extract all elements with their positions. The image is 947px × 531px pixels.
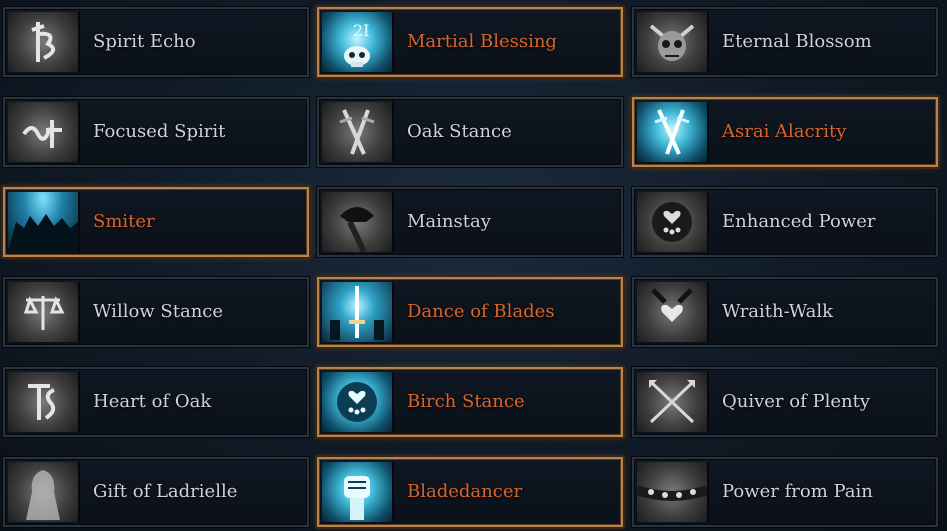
- talent-enhanced-power[interactable]: Enhanced Power: [632, 187, 938, 257]
- talent-birch-stance[interactable]: Birch Stance: [317, 367, 623, 437]
- hooded-figure-icon: [8, 462, 80, 522]
- talent-label: Heart of Oak: [93, 391, 212, 412]
- talent-spirit-echo[interactable]: Spirit Echo: [3, 7, 309, 77]
- talent-dance-of-blades[interactable]: Dance of Blades: [317, 277, 623, 347]
- talent-label: Birch Stance: [407, 391, 525, 412]
- talent-label: Martial Blessing: [407, 31, 557, 52]
- talent-label: Oak Stance: [407, 121, 512, 142]
- talent-label: Bladedancer: [407, 481, 523, 502]
- svg-text:2I: 2I: [353, 21, 370, 40]
- talent-willow-stance[interactable]: Willow Stance: [3, 277, 309, 347]
- crossed-blades-icon: [322, 102, 394, 162]
- talent-mainstay[interactable]: Mainstay: [317, 187, 623, 257]
- talent-label: Enhanced Power: [722, 211, 876, 232]
- rune-ts-icon: [8, 372, 80, 432]
- talent-quiver-of-plenty[interactable]: Quiver of Plenty: [632, 367, 938, 437]
- talent-label: Willow Stance: [93, 301, 224, 322]
- talent-label: Wraith-Walk: [722, 301, 834, 322]
- talent-power-from-pain[interactable]: Power from Pain: [632, 457, 938, 527]
- talent-label: Asrai Alacrity: [722, 121, 847, 142]
- talent-label: Mainstay: [407, 211, 491, 232]
- horned-skull-icon: [637, 12, 709, 72]
- wraith-heart-icon: [637, 282, 709, 342]
- talent-label: Focused Spirit: [93, 121, 226, 142]
- talent-smiter[interactable]: Smiter: [3, 187, 309, 257]
- talent-grid: Spirit Echo 2I Martial Blessing Eternal …: [0, 0, 947, 531]
- talent-label: Eternal Blossom: [722, 31, 872, 52]
- talent-eternal-blossom[interactable]: Eternal Blossom: [632, 7, 938, 77]
- talent-bladedancer[interactable]: Bladedancer: [317, 457, 623, 527]
- talent-label: Quiver of Plenty: [722, 391, 870, 412]
- talent-label: Dance of Blades: [407, 301, 555, 322]
- skull-rune-icon: 2I: [322, 12, 394, 72]
- rune-b-icon: [8, 12, 80, 72]
- heart-drops-icon: [637, 192, 709, 252]
- talent-heart-of-oak[interactable]: Heart of Oak: [3, 367, 309, 437]
- glowing-sword-icon: [322, 282, 394, 342]
- crossed-arrows-icon: [637, 372, 709, 432]
- talent-oak-stance[interactable]: Oak Stance: [317, 97, 623, 167]
- heart-drops-icon: [322, 372, 394, 432]
- talent-label: Smiter: [93, 211, 155, 232]
- talent-gift-of-ladrielle[interactable]: Gift of Ladrielle: [3, 457, 309, 527]
- talent-asrai-alacrity[interactable]: Asrai Alacrity: [632, 97, 938, 167]
- rune-glyph-icon: [8, 102, 80, 162]
- talent-wraith-walk[interactable]: Wraith-Walk: [632, 277, 938, 347]
- talent-martial-blessing[interactable]: 2I Martial Blessing: [317, 7, 623, 77]
- silhouettes-icon: [8, 192, 80, 252]
- raised-fist-icon: [322, 462, 394, 522]
- talent-label: Gift of Ladrielle: [93, 481, 238, 502]
- dark-rider-icon: [322, 192, 394, 252]
- rune-scale-icon: [8, 282, 80, 342]
- talent-focused-spirit[interactable]: Focused Spirit: [3, 97, 309, 167]
- spiked-band-icon: [637, 462, 709, 522]
- crossed-blades-icon: [637, 102, 709, 162]
- talent-label: Spirit Echo: [93, 31, 196, 52]
- talent-label: Power from Pain: [722, 481, 873, 502]
